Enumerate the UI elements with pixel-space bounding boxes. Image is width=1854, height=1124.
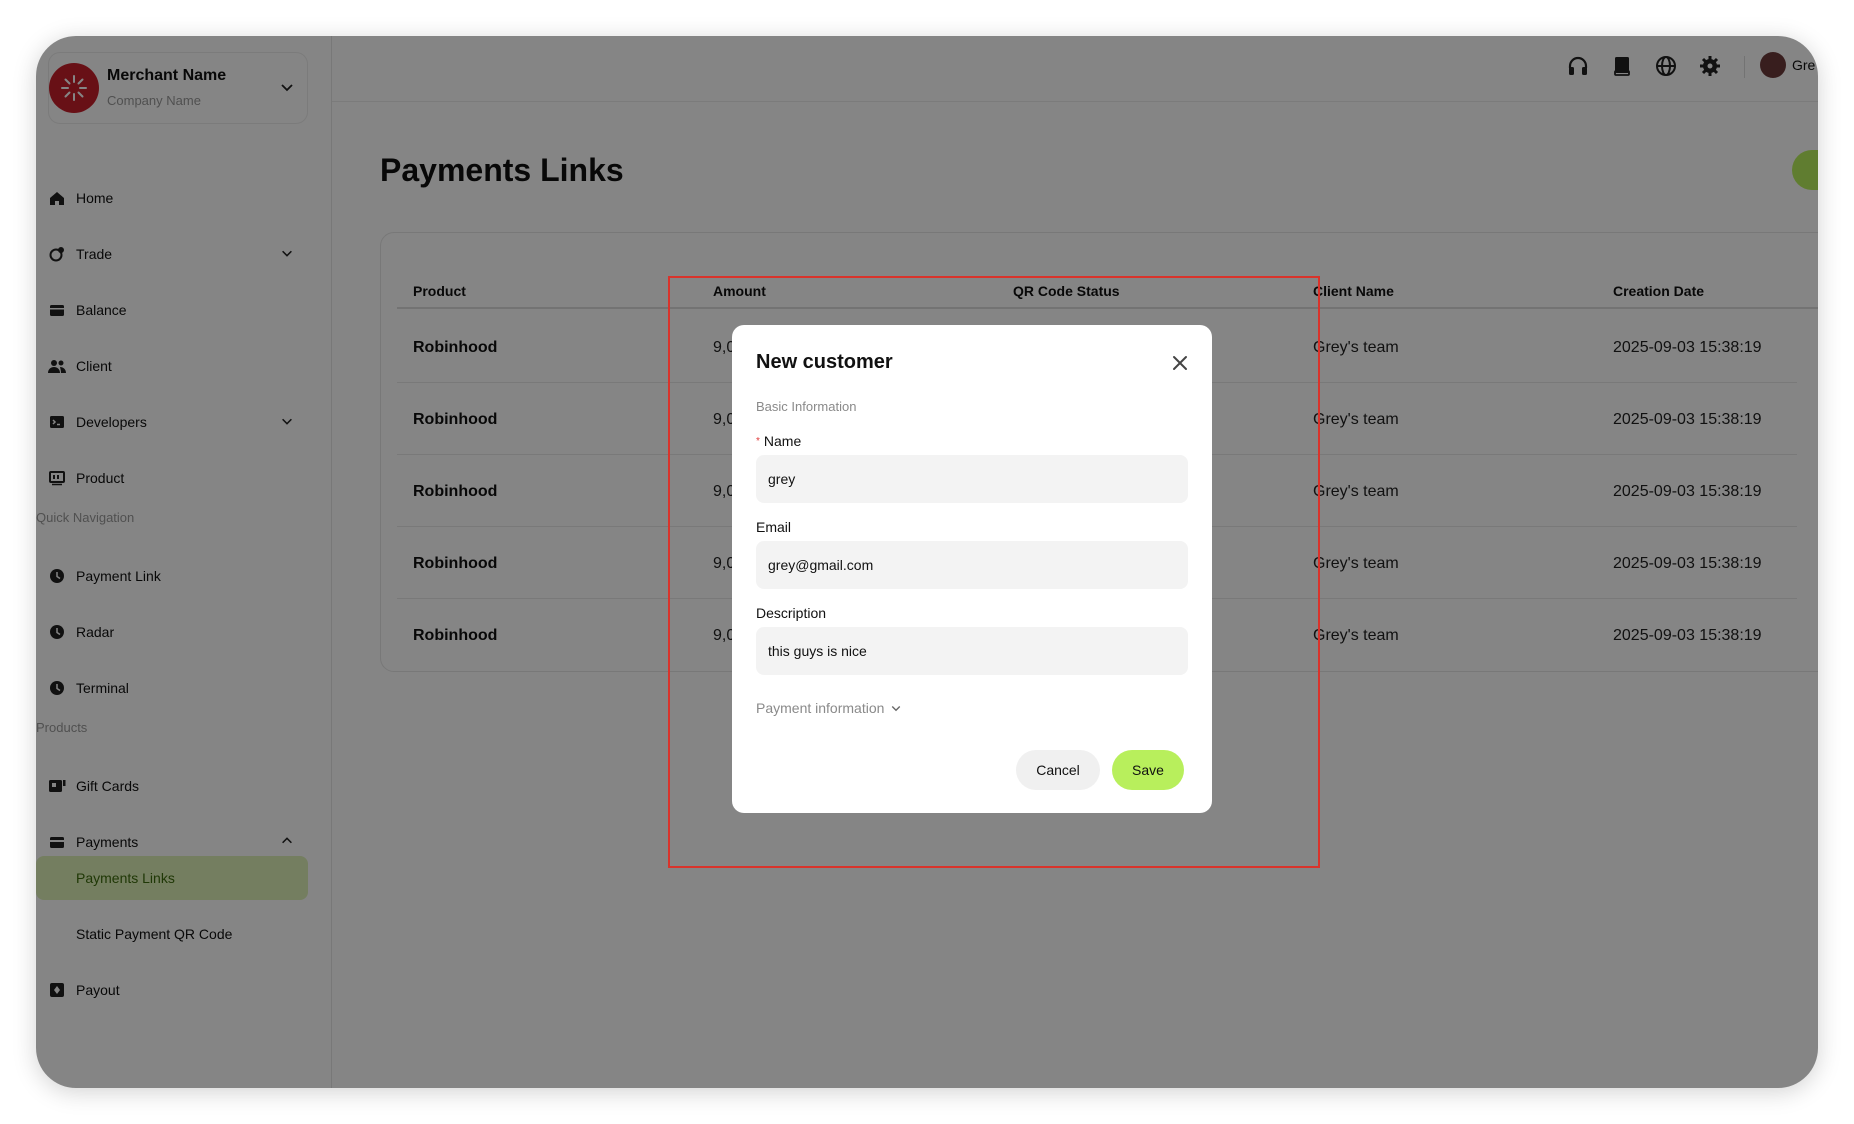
chevron-down-icon xyxy=(892,706,901,712)
section-title: Basic Information xyxy=(756,399,857,414)
name-label: * Name xyxy=(756,433,802,449)
name-field[interactable] xyxy=(756,455,1188,503)
dialog-title: New customer xyxy=(756,351,893,373)
cancel-button[interactable]: Cancel xyxy=(1016,750,1100,790)
payment-information-toggle[interactable]: Payment information xyxy=(756,700,902,716)
description-field[interactable] xyxy=(756,627,1188,675)
payment-information-label: Payment information xyxy=(756,700,885,716)
required-marker: * xyxy=(756,436,760,447)
save-button[interactable]: Save xyxy=(1112,750,1184,790)
new-customer-dialog: New customer Basic Information *Name Ema… xyxy=(732,325,1212,813)
app-window: Merchant Name Company Name Home Trade Ba… xyxy=(36,36,1818,1088)
email-input[interactable] xyxy=(756,541,1188,589)
email-label: Email xyxy=(756,519,792,535)
description-input[interactable] xyxy=(756,627,1188,675)
email-field[interactable] xyxy=(756,541,1188,589)
description-label: Description xyxy=(756,605,827,621)
name-input[interactable] xyxy=(756,455,1188,503)
close-icon[interactable] xyxy=(1168,351,1192,375)
